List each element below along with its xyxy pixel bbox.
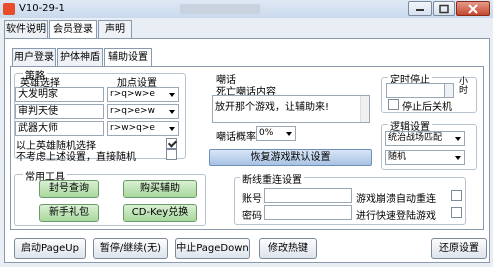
restore-default-button[interactable]: 恢复游戏默认设置 <box>209 149 372 166</box>
modify-hotkey-button[interactable]: 修改热键 <box>259 238 317 259</box>
minimize-icon <box>416 8 424 11</box>
chevron-down-icon <box>169 93 175 97</box>
chevron-down-icon <box>455 156 461 160</box>
chevron-down-icon <box>286 132 292 136</box>
hours-unit-label: 小时 <box>459 77 469 96</box>
quick-login-label: 进行快速登陆游戏 <box>356 211 436 222</box>
hero-input-3[interactable]: 武器大师 <box>15 121 104 136</box>
pause-resume-button[interactable]: 暂停/继续(无) <box>93 238 168 259</box>
logic-mode-select[interactable]: 统治战场匹配 <box>385 131 465 146</box>
reconnect-label: 断线重连设置 <box>240 171 304 186</box>
logic-mode-value: 统治战场匹配 <box>388 133 443 143</box>
taunt-prob-label: 嘲话概率 <box>216 132 256 143</box>
window-title: V10-29-1 <box>19 3 65 14</box>
chevron-down-icon <box>455 137 461 141</box>
quick-login-checkbox[interactable] <box>451 207 462 218</box>
taunt-prob-select[interactable]: 0% <box>256 126 296 141</box>
skill-select-1-value: r>q>w>e <box>110 89 155 99</box>
tab-user-login[interactable]: 用户登录 <box>12 48 56 66</box>
death-taunt-text: 放开那个游戏，让辅助来! <box>215 102 330 113</box>
random-hero-checkbox[interactable] <box>166 138 177 149</box>
chevron-down-icon <box>169 110 175 114</box>
blurred-title-region <box>180 4 260 14</box>
shutdown-label: 停止后关机 <box>402 102 452 113</box>
password-label: 密码 <box>242 211 262 222</box>
not-consider-checkbox[interactable] <box>166 149 177 160</box>
tab-assist-settings[interactable]: 辅助设置 <box>104 48 152 67</box>
textarea-scrollbar[interactable] <box>360 96 369 122</box>
hero-input-1[interactable]: 大发明家 <box>15 87 104 102</box>
maximize-button[interactable] <box>433 1 455 16</box>
title-bar: V10-29-1 <box>0 0 493 18</box>
close-button[interactable] <box>456 1 490 16</box>
skill-select-3-value: r>w>q>e <box>110 123 155 133</box>
password-input[interactable] <box>264 205 352 220</box>
app-icon <box>3 3 15 15</box>
stop-hours-spinner[interactable] <box>386 83 454 98</box>
start-button[interactable]: 启动PageUp <box>14 238 86 259</box>
close-icon <box>468 3 478 14</box>
tab-software-info[interactable]: 软件说明 <box>4 20 48 38</box>
skill-select-3[interactable]: r>w>q>e <box>107 121 179 136</box>
account-input[interactable] <box>264 188 352 203</box>
skill-select-1[interactable]: r>q>w>e <box>107 87 179 102</box>
skill-select-2-value: r>q>e>w <box>110 106 155 116</box>
ban-check-button[interactable]: 封号查询 <box>39 180 99 198</box>
crash-reconnect-label: 游戏崩溃自动重连 <box>356 194 436 205</box>
minimize-button[interactable] <box>408 1 432 16</box>
spin-down-button[interactable] <box>444 90 453 97</box>
hero-input-2[interactable]: 审判天使 <box>15 104 104 119</box>
shutdown-checkbox[interactable] <box>388 99 399 110</box>
cdkey-redeem-button[interactable]: CD-Key兑换 <box>123 204 197 222</box>
skill-select-2[interactable]: r>q>e>w <box>107 104 179 119</box>
newbie-gift-button[interactable]: 新手礼包 <box>39 204 99 222</box>
crash-reconnect-checkbox[interactable] <box>451 190 462 201</box>
tab-statement[interactable]: 声明 <box>98 20 132 38</box>
restore-settings-button[interactable]: 还原设置 <box>431 238 487 259</box>
logic-order-value: 随机 <box>388 152 407 162</box>
account-label: 账号 <box>242 194 262 205</box>
logic-order-select[interactable]: 随机 <box>385 150 465 165</box>
taunt-prob-value: 0% <box>259 128 274 138</box>
death-taunt-textarea[interactable]: 放开那个游戏，让辅助来! <box>212 95 370 123</box>
maximize-icon <box>439 4 449 13</box>
stop-button[interactable]: 中止PageDown <box>175 238 250 259</box>
tab-member-login[interactable]: 会员登录 <box>49 20 97 39</box>
not-consider-label: 不考虑上述设置，直接随机 <box>16 152 136 163</box>
chevron-down-icon <box>169 127 175 131</box>
tab-shield[interactable]: 护体神盾 <box>57 48 103 66</box>
buy-assist-button[interactable]: 购买辅助 <box>123 180 197 198</box>
